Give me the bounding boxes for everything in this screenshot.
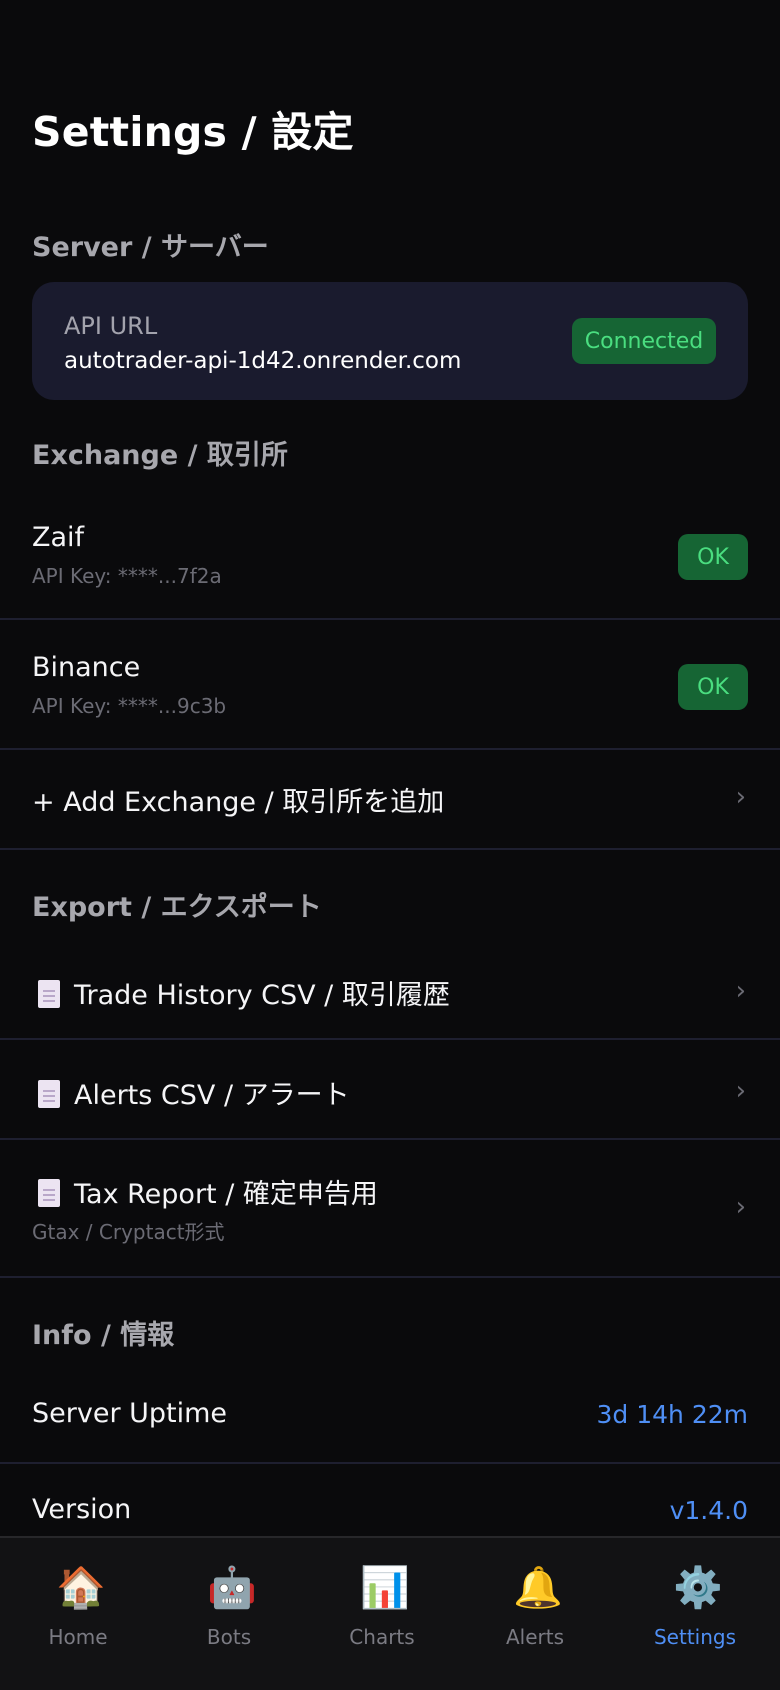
export-row-trade-history[interactable]: Trade History CSV / 取引履歴 › xyxy=(0,940,780,1040)
document-icon xyxy=(38,1179,60,1207)
tab-label: Home xyxy=(48,1625,108,1649)
export-label: Tax Report / 確定申告用 xyxy=(74,1179,378,1210)
bell-icon: 🔔 xyxy=(513,1565,563,1611)
version-label: Version xyxy=(32,1494,132,1525)
exchange-status-badge: OK xyxy=(678,534,748,580)
tab-alerts[interactable]: 🔔 Alerts xyxy=(457,1538,613,1690)
chevron-right-icon: › xyxy=(735,782,746,812)
tab-settings[interactable]: ⚙️ Settings xyxy=(617,1538,773,1690)
api-url-label: API URL xyxy=(64,312,158,340)
exchange-status-badge: OK xyxy=(678,664,748,710)
tab-charts[interactable]: 📊 Charts xyxy=(304,1538,460,1690)
exchange-name: Zaif xyxy=(32,522,85,553)
tab-label: Settings xyxy=(653,1625,737,1649)
tab-home[interactable]: 🏠 Home xyxy=(0,1538,156,1690)
add-exchange-row[interactable]: + Add Exchange / 取引所を追加 › xyxy=(0,750,780,850)
info-row-version: Version v1.4.0 xyxy=(0,1464,780,1536)
section-title-server: Server / サーバー xyxy=(32,232,269,263)
house-icon: 🏠 xyxy=(56,1565,106,1611)
document-icon xyxy=(38,1080,60,1108)
export-row-content: Tax Report / 確定申告用 xyxy=(30,1172,378,1211)
api-url-value: autotrader-api-1d42.onrender.com xyxy=(64,348,462,374)
robot-icon: 🤖 xyxy=(207,1565,257,1611)
add-exchange-label: + Add Exchange / 取引所を追加 xyxy=(32,787,445,818)
uptime-value: 3d 14h 22m xyxy=(596,1400,749,1429)
uptime-label: Server Uptime xyxy=(32,1398,228,1429)
info-row-uptime: Server Uptime 3d 14h 22m xyxy=(0,1368,780,1464)
page-title: Settings / 設定 xyxy=(32,108,354,156)
export-row-content: Alerts CSV / アラート xyxy=(30,1073,350,1112)
chevron-right-icon: › xyxy=(735,976,746,1006)
section-title-info: Info / 情報 xyxy=(32,1320,175,1351)
section-title-exchange: Exchange / 取引所 xyxy=(32,440,288,471)
tab-label: Alerts xyxy=(505,1625,565,1649)
exchange-row-zaif[interactable]: Zaif API Key: ****...7f2a OK xyxy=(0,488,780,620)
tab-label: Charts xyxy=(349,1625,415,1649)
export-row-content: Trade History CSV / 取引履歴 xyxy=(30,973,450,1012)
settings-content: Settings / 設定 Server / サーバー API URL auto… xyxy=(0,0,780,1536)
bottom-tab-bar: 🏠 Home 🤖 Bots 📊 Charts 🔔 Alerts ⚙️ Setti… xyxy=(0,1536,780,1690)
tab-label: Bots xyxy=(206,1625,252,1649)
bar-chart-icon: 📊 xyxy=(360,1565,410,1611)
exchange-name: Binance xyxy=(32,652,141,683)
export-label: Trade History CSV / 取引履歴 xyxy=(74,980,450,1011)
gear-icon: ⚙️ xyxy=(673,1565,723,1611)
tab-bots[interactable]: 🤖 Bots xyxy=(151,1538,307,1690)
export-label: Alerts CSV / アラート xyxy=(74,1080,350,1111)
connection-status-badge: Connected xyxy=(572,318,716,364)
section-title-export: Export / エクスポート xyxy=(32,892,322,923)
exchange-api-key: API Key: ****...7f2a xyxy=(32,564,222,588)
export-row-alerts[interactable]: Alerts CSV / アラート › xyxy=(0,1040,780,1140)
exchange-row-binance[interactable]: Binance API Key: ****...9c3b OK xyxy=(0,620,780,750)
document-icon xyxy=(38,980,60,1008)
chevron-right-icon: › xyxy=(735,1192,746,1222)
exchange-api-key: API Key: ****...9c3b xyxy=(32,694,227,718)
server-card[interactable]: API URL autotrader-api-1d42.onrender.com… xyxy=(32,282,748,400)
chevron-right-icon: › xyxy=(735,1076,746,1106)
export-sub-label: Gtax / Cryptact形式 xyxy=(32,1220,225,1244)
version-value: v1.4.0 xyxy=(669,1496,748,1525)
export-row-tax-report[interactable]: Tax Report / 確定申告用 Gtax / Cryptact形式 › xyxy=(0,1140,780,1278)
